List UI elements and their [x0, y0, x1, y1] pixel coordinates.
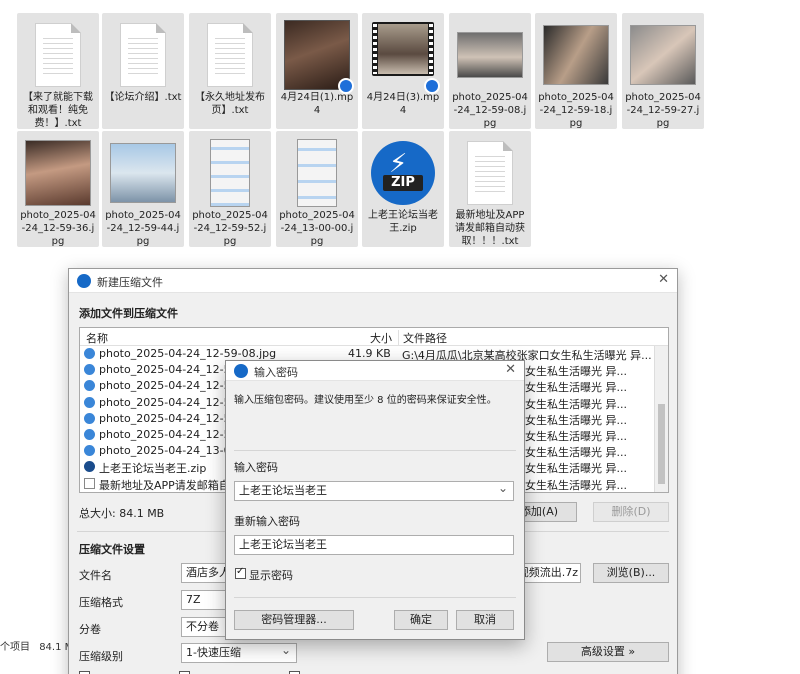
- image-file-icon: [84, 348, 95, 359]
- filename-label: 文件名: [79, 569, 112, 582]
- chat-screenshot-thumbnail: [297, 139, 337, 207]
- enter-password-label: 输入密码: [234, 461, 278, 474]
- file-tile[interactable]: photo_2025-04-24_12-59-36.jpg: [17, 131, 99, 247]
- level-dropdown[interactable]: 1-快速压缩: [181, 643, 297, 663]
- app-logo-icon: [234, 364, 248, 378]
- advanced-settings-button[interactable]: 高级设置 »: [547, 642, 669, 662]
- photo-thumbnail: [543, 25, 609, 85]
- password-manager-button[interactable]: 密码管理器...: [234, 610, 354, 630]
- split-label: 分卷: [79, 623, 101, 636]
- cancel-button[interactable]: 取消: [456, 610, 514, 630]
- file-list-scrollbar[interactable]: [654, 346, 668, 492]
- dialog-title: 新建压缩文件: [97, 276, 163, 289]
- file-tile[interactable]: 【来了就能下载和观看！纯免费！】.txt: [17, 13, 99, 129]
- password-input[interactable]: 上老王论坛当老王: [234, 481, 514, 501]
- file-name: photo_2025-04-24_12-59-36.jpg: [20, 210, 96, 247]
- text-file-icon: [467, 141, 513, 205]
- file-list-header: 名称 大小 文件路径: [80, 328, 668, 346]
- scrollbar-thumb[interactable]: [658, 404, 665, 484]
- image-file-icon: [84, 364, 95, 376]
- column-path[interactable]: 文件路径: [398, 330, 447, 346]
- file-tile[interactable]: 【永久地址发布页】.txt: [189, 13, 271, 129]
- file-name: 最新地址及APP请发邮箱自动获取！！！.txt: [455, 210, 525, 247]
- zip-archive-icon: ⚡ ZIP: [371, 141, 435, 205]
- chat-screenshot-thumbnail: [210, 139, 250, 207]
- level-label: 压缩级别: [79, 650, 123, 663]
- file-tile[interactable]: photo_2025-04-24_12-59-44.jpg: [102, 131, 184, 247]
- photo-thumbnail: [457, 32, 523, 78]
- file-name: photo_2025-04-24_12-59-18.jpg: [538, 92, 614, 129]
- settings-heading: 压缩文件设置: [79, 543, 145, 556]
- ok-button[interactable]: 确定: [394, 610, 448, 630]
- photo-thumbnail: [25, 140, 91, 206]
- image-file-icon: [84, 428, 95, 440]
- reenter-password-input[interactable]: 上老王论坛当老王: [234, 535, 514, 555]
- checkmark-icon: ✓: [236, 566, 245, 577]
- column-size[interactable]: 大小: [370, 330, 392, 346]
- file-tile[interactable]: 最新地址及APP请发邮箱自动获取！！！.txt: [449, 131, 531, 247]
- browse-button[interactable]: 浏览(B)...: [593, 563, 669, 583]
- file-tile[interactable]: photo_2025-04-24_13-00-00.jpg: [276, 131, 358, 247]
- file-name: 上老王论坛当老王.zip: [368, 210, 438, 234]
- column-name[interactable]: 名称: [86, 330, 108, 346]
- image-file-icon: [84, 380, 95, 392]
- file-tile[interactable]: photo_2025-04-24_12-59-27.jpg: [622, 13, 704, 129]
- image-file-icon: [84, 396, 95, 408]
- video-thumbnail: [370, 20, 440, 94]
- file-tile[interactable]: ⚡ ZIP 上老王论坛当老王.zip: [362, 131, 444, 247]
- text-file-icon: [120, 23, 166, 87]
- image-file-icon: [84, 412, 95, 424]
- file-name: 【来了就能下载和观看！纯免费！】.txt: [23, 92, 93, 129]
- password-hint: 输入压缩包密码。建议使用至少 8 位的密码来保证安全性。: [234, 395, 497, 406]
- file-tile[interactable]: 4月24日(1).mp4: [276, 13, 358, 129]
- password-dialog-titlebar: 输入密码 ✕: [226, 361, 524, 381]
- delete-button[interactable]: 删除(D): [593, 502, 669, 522]
- reenter-password-label: 重新输入密码: [234, 515, 300, 528]
- file-name: photo_2025-04-24_12-59-52.jpg: [192, 210, 268, 247]
- file-name: photo_2025-04-24_12-59-27.jpg: [625, 92, 701, 129]
- file-name: photo_2025-04-24_13-00-00.jpg: [279, 210, 355, 247]
- desktop: { "files": [ {"name": "【来了就能下载和观看！纯免费！】.…: [0, 0, 800, 674]
- format-label: 压缩格式: [79, 596, 123, 609]
- file-tile[interactable]: 4月24日(3).mp4: [362, 13, 444, 129]
- password-dialog-title: 输入密码: [254, 366, 298, 379]
- file-name: photo_2025-04-24_12-59-44.jpg: [105, 210, 181, 247]
- password-dialog: 输入密码 ✕ 输入压缩包密码。建议使用至少 8 位的密码来保证安全性。 输入密码…: [225, 360, 525, 640]
- photo-thumbnail: [110, 143, 176, 203]
- file-name: photo_2025-04-24_12-59-08.jpg: [452, 92, 528, 129]
- file-tile[interactable]: photo_2025-04-24_12-59-52.jpg: [189, 131, 271, 247]
- file-name: 【论坛介绍】.txt: [104, 92, 182, 103]
- item-count-label: 个项目: [0, 642, 30, 653]
- image-file-icon: [84, 445, 95, 457]
- text-file-icon: [35, 23, 81, 87]
- show-password-label: 显示密码: [249, 569, 293, 582]
- file-tile[interactable]: 【论坛介绍】.txt: [102, 13, 184, 129]
- file-tile[interactable]: photo_2025-04-24_12-59-18.jpg: [535, 13, 617, 129]
- video-thumbnail: [284, 20, 354, 94]
- text-file-icon: [207, 23, 253, 87]
- text-file-icon: [84, 477, 95, 489]
- photo-thumbnail: [630, 25, 696, 85]
- file-name: 4月24日(3).mp4: [366, 92, 440, 116]
- file-name: 4月24日(1).mp4: [280, 92, 354, 116]
- close-icon[interactable]: ✕: [658, 272, 669, 287]
- total-size-text: 总大小: 84.1 MB: [79, 507, 165, 520]
- zip-file-icon: [84, 461, 95, 473]
- show-password-checkbox[interactable]: ✓: [235, 566, 246, 579]
- film-strip-icon: [372, 22, 434, 76]
- app-logo-icon: [77, 274, 91, 288]
- file-tile[interactable]: photo_2025-04-24_12-59-08.jpg: [449, 13, 531, 129]
- add-files-heading: 添加文件到压缩文件: [79, 307, 178, 320]
- dialog-titlebar: 新建压缩文件 ✕: [69, 269, 677, 293]
- close-icon[interactable]: ✕: [505, 362, 516, 377]
- file-name: 【永久地址发布页】.txt: [195, 92, 265, 116]
